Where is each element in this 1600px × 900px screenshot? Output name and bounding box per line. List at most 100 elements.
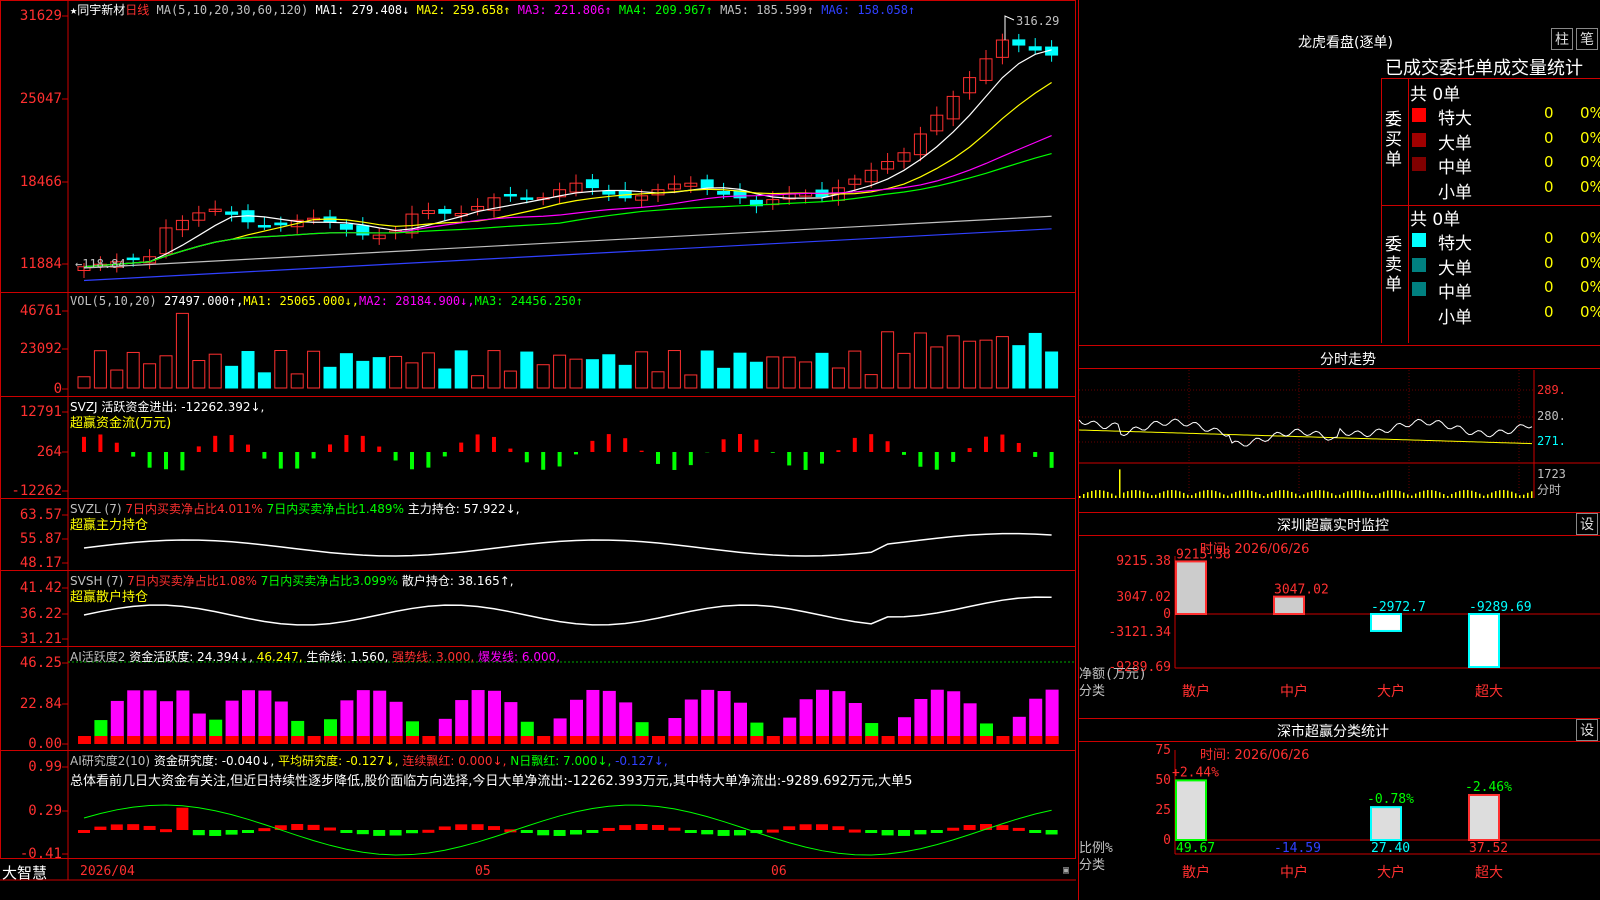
intraday-vol-bar: [1107, 491, 1109, 498]
intraday-vol-bar: [1215, 491, 1217, 498]
svzj-bar: [787, 452, 792, 466]
ai-research-item-1: 资金研究度: -0.040↓,: [153, 754, 275, 768]
ma3-line: [83, 134, 1052, 268]
ai-active-base: [717, 736, 731, 744]
svzj-ytick-1: 264: [37, 444, 62, 460]
intraday-ytick-2: 271.: [1537, 434, 1566, 448]
vol-bar: [323, 366, 337, 389]
svsh-ytick-0: 41.42: [20, 580, 62, 596]
intraday-vol-bar: [1347, 491, 1349, 498]
buy-row-name: 大单: [1438, 133, 1472, 154]
ai-research-bar: [832, 826, 845, 830]
svzj-bar: [656, 452, 660, 464]
ai-active-base: [848, 736, 862, 744]
ai-research-ytick-1: 0.29: [28, 803, 62, 819]
period-label[interactable]: 日线: [125, 3, 149, 16]
ai-active-bar: [471, 690, 485, 744]
ai-active-base: [750, 736, 764, 744]
ai-research-bar: [176, 807, 189, 830]
vol-bar: [864, 374, 878, 389]
vol-bar: [749, 361, 763, 389]
intraday-vol-bar: [1099, 490, 1101, 498]
vol-bar: [651, 371, 665, 389]
intraday-vol-bar: [1211, 490, 1213, 498]
vol-bar: [1012, 345, 1026, 389]
classify-settings-button[interactable]: 设: [1576, 719, 1598, 741]
ai-active-base: [192, 736, 206, 744]
intraday-vol-bar: [1131, 490, 1133, 498]
candle-body: [717, 190, 731, 195]
vol-bar: [421, 352, 435, 389]
ai-active-base: [766, 736, 780, 744]
intraday-vol-bar: [1323, 490, 1325, 498]
ai-research-bar: [701, 830, 714, 835]
classify-ylabel: 比例%: [1079, 841, 1113, 856]
intraday-vol-bar: [1395, 490, 1397, 498]
intraday-vol-bar: [1283, 490, 1285, 498]
svsh-ytick-1: 36.22: [20, 606, 62, 622]
vol-bar: [208, 353, 222, 389]
svzj-bar: [164, 452, 168, 470]
lock-icon[interactable]: ▣: [1063, 865, 1069, 876]
ai-active-base: [209, 736, 223, 744]
vol-bar: [77, 376, 91, 389]
ai-research-bar: [553, 830, 566, 836]
monitor-ytick-0: 9215.38: [1116, 554, 1171, 569]
classify-ytick-3: 0: [1163, 833, 1171, 848]
intraday-vol-bar: [1199, 491, 1201, 498]
ai-active-base: [734, 736, 747, 744]
price-ytick-2: 18466: [20, 174, 62, 190]
vol-bar: [1045, 351, 1059, 389]
ai-research-bar: [537, 830, 550, 836]
svzj-bar: [246, 444, 250, 452]
intraday-vol-bar: [1295, 493, 1297, 498]
ai-research-bar: [881, 830, 894, 836]
intraday-vol-bar: [1247, 490, 1249, 498]
svzj-ytick-0: 12791: [20, 404, 62, 420]
intraday-vol-bar: [1163, 491, 1165, 498]
ai-active-base: [930, 736, 944, 744]
intraday-vol-bar: [1123, 492, 1125, 498]
ai-research-bar: [586, 830, 599, 833]
vol-bar: [503, 370, 517, 389]
bar-mode-button[interactable]: 柱: [1551, 28, 1573, 50]
intraday-vol-bar: [1239, 490, 1241, 498]
ai-active-base: [980, 736, 993, 744]
classify-ytick-1: 50: [1155, 773, 1171, 788]
vol-panel-header: VOL(5,10,20) 27497.000↑,MA1: 25065.000↓,…: [70, 294, 1070, 308]
ma-value-4: MA4: 209.967↑: [611, 3, 713, 16]
intraday-vol-bar: [1263, 495, 1265, 498]
intraday-vol-bar: [1103, 490, 1105, 498]
buy-row-name: 小单: [1438, 182, 1472, 203]
high-pointer: [1004, 15, 1015, 40]
ma-value-2: MA2: 259.658↑: [409, 3, 511, 16]
sell-row-1: 大单 0 0%: [1410, 254, 1600, 279]
candle-body: [585, 179, 599, 189]
vol-bar: [536, 364, 550, 389]
ai-active-bar: [586, 689, 600, 744]
ma-value-6: MA6: 158.058↑: [814, 3, 916, 16]
intraday-vol-bar: [1127, 491, 1129, 498]
intraday-vol-bar: [1083, 493, 1085, 498]
ai-research-bar: [94, 826, 107, 830]
vol-bar: [192, 360, 206, 389]
sell-row-swatch: [1412, 282, 1426, 296]
ai-active-base: [143, 736, 157, 744]
svzj-bar: [574, 452, 578, 455]
ai-research-bar: [406, 830, 418, 834]
svsh-ytick-2: 31.21: [20, 631, 62, 647]
ai-active-ytick-2: 0.00: [28, 736, 62, 752]
sell-row-name: 大单: [1438, 258, 1472, 279]
ai-research-bar: [192, 830, 205, 836]
vol-bar: [799, 361, 813, 389]
vol-bar: [766, 356, 780, 389]
intraday-vol-bar: [1519, 495, 1521, 498]
ai-research-bar: [389, 830, 402, 836]
ai-active-item-3: 生命线: 1.560,: [302, 650, 389, 664]
monitor-settings-button[interactable]: 设: [1576, 513, 1598, 535]
vol-ytick-1: 23092: [20, 341, 62, 357]
intraday-chart[interactable]: 289. 280. 271. 1723 分时: [1079, 370, 1600, 512]
tick-mode-button[interactable]: 笔: [1576, 28, 1598, 50]
ai-summary-text: 总体看前几日大资金有关注,但近日持续性逐步降低,股价面临方向选择,今日大单净流出…: [70, 774, 913, 789]
intraday-vol-bar: [1191, 495, 1193, 498]
